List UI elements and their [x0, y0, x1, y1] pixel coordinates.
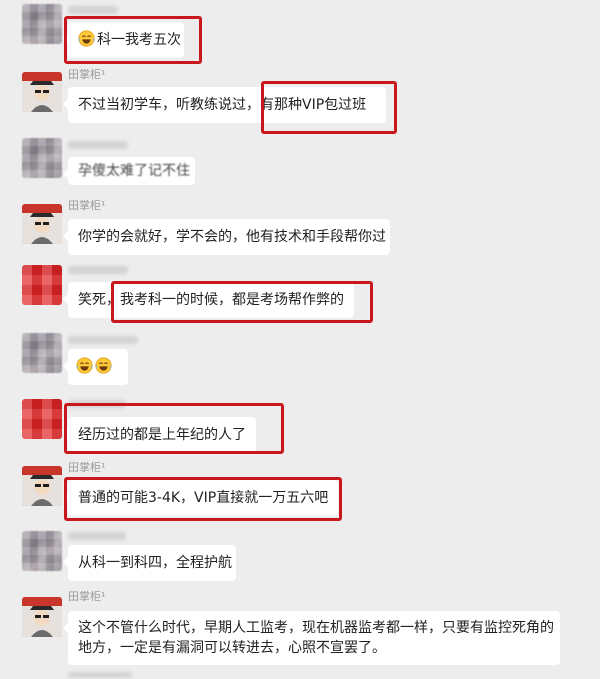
sender-name	[68, 336, 138, 344]
sender-name	[68, 532, 126, 540]
message-bubble[interactable]: 不过当初学车，听教练说过，有那种VIP包过班	[63, 87, 386, 123]
avatar[interactable]	[22, 204, 62, 244]
sender-name	[68, 6, 118, 14]
avatar[interactable]	[22, 138, 62, 178]
avatar[interactable]	[22, 531, 62, 571]
sender-name	[68, 672, 132, 678]
message-text-line: 地方，一定是有漏洞可以转进去，心照不宣罢了。	[78, 640, 386, 656]
sender-name: 田掌柜¹	[68, 199, 106, 212]
message-bubble[interactable]	[63, 349, 128, 385]
sender-name: 田掌柜¹	[68, 461, 106, 474]
message-bubble[interactable]: 科一我考五次	[63, 22, 184, 58]
message-text: 你学的会就好，学不会的，他有技术和手段帮你过	[78, 229, 386, 245]
avatar[interactable]	[22, 466, 62, 506]
avatar[interactable]	[22, 72, 62, 112]
message-text: 从科一到科四，全程护航	[78, 555, 232, 571]
message-text: 孕傻太难了记不住	[78, 163, 190, 179]
avatar[interactable]	[22, 265, 62, 305]
message-text: 笑死，我考科一的时候，都是考场帮作弊的	[78, 292, 344, 308]
message-bubble[interactable]: 孕傻太难了记不住	[63, 157, 195, 185]
message-bubble[interactable]: 经历过的都是上年纪的人了	[63, 417, 256, 453]
message-text: 科一我考五次	[97, 32, 181, 48]
sender-name	[68, 141, 128, 149]
message-bubble[interactable]: 普通的可能3-4K，VIP直接就一万五六吧	[63, 480, 338, 516]
sender-name	[68, 266, 128, 274]
avatar[interactable]	[22, 399, 62, 439]
message-bubble[interactable]: 笑死，我考科一的时候，都是考场帮作弊的	[63, 282, 354, 318]
message-text: 经历过的都是上年纪的人了	[78, 427, 246, 443]
avatar-cartoon-icon	[22, 597, 62, 637]
avatar-cartoon-icon	[22, 466, 62, 506]
avatar[interactable]	[22, 597, 62, 637]
sender-name	[68, 400, 126, 408]
sender-name: 田掌柜¹	[68, 590, 106, 603]
message-text-line: 这个不管什么时代，早期人工监考，现在机器监考都一样，只要有监控死角的	[78, 620, 554, 636]
avatar[interactable]	[22, 4, 62, 44]
sender-name: 田掌柜¹	[68, 68, 106, 81]
laugh-cry-emoji	[76, 357, 93, 374]
message-bubble[interactable]: 从科一到科四，全程护航	[63, 545, 236, 581]
message-bubble[interactable]: 这个不管什么时代，早期人工监考，现在机器监考都一样，只要有监控死角的 地方，一定…	[63, 611, 560, 665]
avatar-cartoon-icon	[22, 72, 62, 112]
avatar[interactable]	[22, 333, 62, 373]
avatar-cartoon-icon	[22, 204, 62, 244]
laugh-cry-emoji	[78, 30, 95, 47]
laugh-cry-emoji	[95, 357, 112, 374]
message-bubble[interactable]: 你学的会就好，学不会的，他有技术和手段帮你过	[63, 219, 390, 255]
message-text: 不过当初学车，听教练说过，有那种VIP包过班	[78, 97, 367, 113]
message-text: 普通的可能3-4K，VIP直接就一万五六吧	[78, 490, 329, 506]
